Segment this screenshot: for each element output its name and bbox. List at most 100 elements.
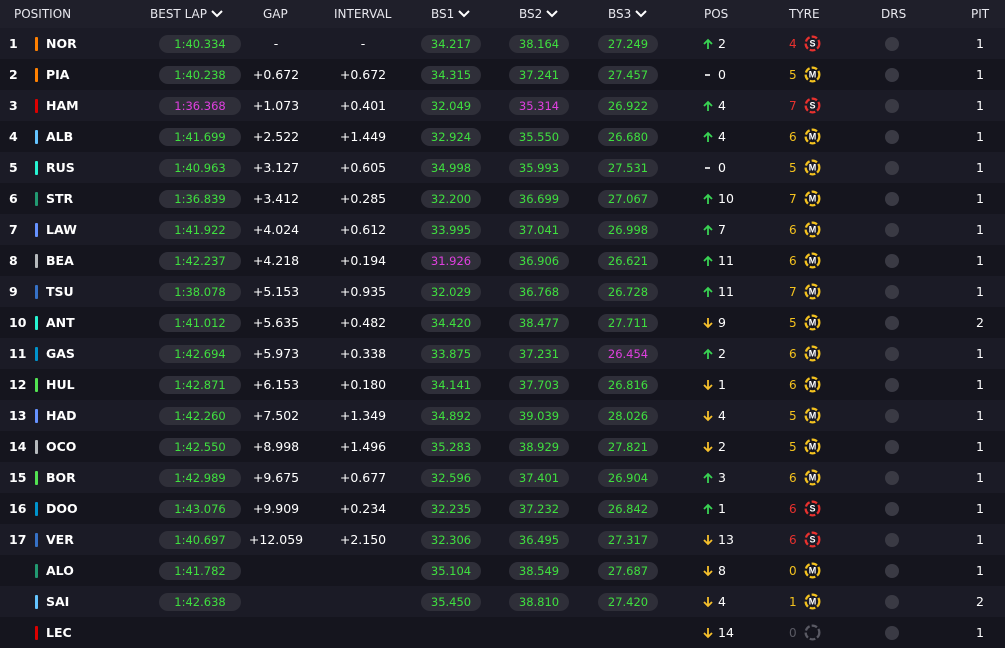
bs3-time: 26.680 bbox=[598, 127, 658, 146]
driver-code[interactable]: HAM bbox=[46, 90, 79, 121]
bs2-time: 35.314 bbox=[509, 96, 569, 115]
bs3-cell: 27.067 bbox=[598, 183, 658, 214]
tyre-cell: 7S bbox=[789, 90, 833, 121]
driver-code[interactable]: LEC bbox=[46, 617, 72, 648]
tyre-compound-letter: M bbox=[809, 597, 817, 607]
position-change: 2 bbox=[702, 431, 762, 462]
drs-indicator-icon bbox=[885, 36, 899, 51]
best-lap-cell: 1:40.238 bbox=[159, 59, 241, 90]
chevron-down-icon[interactable] bbox=[546, 9, 558, 19]
drs-cell bbox=[884, 214, 900, 245]
tyre-laps: 6 bbox=[789, 222, 797, 237]
bs2-cell: 38.929 bbox=[509, 431, 569, 462]
table-row[interactable]: 15 BOR 1:42.989 +9.675 +0.677 32.596 37.401 26.… bbox=[0, 462, 1005, 493]
driver-code[interactable]: LAW bbox=[46, 214, 77, 245]
col-interval[interactable]: INTERVAL bbox=[334, 0, 391, 28]
col-gap[interactable]: GAP bbox=[263, 0, 288, 28]
col-tyre[interactable]: TYRE bbox=[789, 0, 820, 28]
driver-code[interactable]: STR bbox=[46, 183, 73, 214]
driver-code[interactable]: ALB bbox=[46, 121, 73, 152]
gap-value: +9.909 bbox=[252, 501, 300, 516]
tyre-cell: 5M bbox=[789, 307, 833, 338]
driver-code[interactable]: HAD bbox=[46, 400, 77, 431]
position-change: 4 bbox=[702, 586, 762, 617]
driver-code[interactable]: OCO bbox=[46, 431, 76, 462]
gap-value: +4.024 bbox=[252, 222, 300, 237]
driver-code[interactable]: TSU bbox=[46, 276, 74, 307]
col-best-lap[interactable]: BEST LAP bbox=[150, 0, 223, 28]
driver-code[interactable]: PIA bbox=[46, 59, 70, 90]
table-row[interactable]: ALO 1:41.782 35.104 38.549 27.687 8 0 M 1 bbox=[0, 555, 1005, 586]
team-color-bar bbox=[35, 67, 38, 82]
driver-code[interactable]: GAS bbox=[46, 338, 75, 369]
table-row[interactable]: 7 LAW 1:41.922 +4.024 +0.612 33.995 37.041 26.9… bbox=[0, 214, 1005, 245]
drs-cell bbox=[884, 307, 900, 338]
pit-count: 1 bbox=[976, 191, 984, 206]
chevron-down-icon[interactable] bbox=[635, 9, 647, 19]
driver-code[interactable]: RUS bbox=[46, 152, 75, 183]
pit-count: 1 bbox=[976, 222, 984, 237]
driver-code[interactable]: SAI bbox=[46, 586, 69, 617]
position-change: 0 bbox=[702, 152, 762, 183]
bs2-time: 38.164 bbox=[509, 34, 569, 53]
table-row[interactable]: 3 HAM 1:36.368 +1.073 +0.401 32.049 35.314 26.9… bbox=[0, 90, 1005, 121]
driver-code[interactable]: ALO bbox=[46, 555, 74, 586]
tyre-laps: 6 bbox=[789, 532, 797, 547]
table-row[interactable]: 12 HUL 1:42.871 +6.153 +0.180 34.141 37.703 26.… bbox=[0, 369, 1005, 400]
driver-code[interactable]: BOR bbox=[46, 462, 76, 493]
table-row[interactable]: 8 BEA 1:42.237 +4.218 +0.194 31.926 36.906 26.6… bbox=[0, 245, 1005, 276]
table-row[interactable]: LEC 14 0 1 bbox=[0, 617, 1005, 648]
table-row[interactable]: 2 PIA 1:40.238 +0.672 +0.672 34.315 37.241 27.4… bbox=[0, 59, 1005, 90]
drs-indicator-icon bbox=[885, 160, 899, 175]
drs-cell bbox=[884, 493, 900, 524]
interval-value: - bbox=[360, 36, 366, 51]
table-row[interactable]: 10 ANT 1:41.012 +5.635 +0.482 34.420 38.477 27.… bbox=[0, 307, 1005, 338]
position-number: 14 bbox=[9, 439, 27, 454]
table-row[interactable]: 17 VER 1:40.697 +12.059 +2.150 32.306 36.495 27… bbox=[0, 524, 1005, 555]
table-row[interactable]: 13 HAD 1:42.260 +7.502 +1.349 34.892 39.039 28.… bbox=[0, 400, 1005, 431]
col-pit[interactable]: PIT bbox=[971, 0, 989, 28]
table-row[interactable]: 9 TSU 1:38.078 +5.153 +0.935 32.029 36.768 26.7… bbox=[0, 276, 1005, 307]
col-bs2[interactable]: BS2 bbox=[519, 0, 558, 28]
gap-value: +9.675 bbox=[252, 470, 300, 485]
bs2-cell: 36.906 bbox=[509, 245, 569, 276]
bs3-time: 27.067 bbox=[598, 189, 658, 208]
driver-code[interactable]: NOR bbox=[46, 28, 77, 59]
position-change-value: 0 bbox=[718, 160, 726, 175]
table-row[interactable]: 4 ALB 1:41.699 +2.522 +1.449 32.924 35.550 26.6… bbox=[0, 121, 1005, 152]
bs1-time: 33.995 bbox=[421, 220, 481, 239]
col-drs[interactable]: DRS bbox=[881, 0, 906, 28]
bs2-cell: 35.314 bbox=[509, 90, 569, 121]
tyre-cell: 5M bbox=[789, 152, 833, 183]
bs3-cell: 26.998 bbox=[598, 214, 658, 245]
table-row[interactable]: 5 RUS 1:40.963 +3.127 +0.605 34.998 35.993 27.5… bbox=[0, 152, 1005, 183]
table-row[interactable]: SAI 1:42.638 35.450 38.810 27.420 4 1 M 2 bbox=[0, 586, 1005, 617]
bs1-time: 32.049 bbox=[421, 96, 481, 115]
driver-code[interactable]: ANT bbox=[46, 307, 75, 338]
table-row[interactable]: 6 STR 1:36.839 +3.412 +0.285 32.200 36.699 27.0… bbox=[0, 183, 1005, 214]
driver-code[interactable]: BEA bbox=[46, 245, 74, 276]
team-color-bar bbox=[35, 377, 38, 392]
chevron-down-icon[interactable] bbox=[211, 9, 223, 19]
col-bs1[interactable]: BS1 bbox=[431, 0, 470, 28]
col-position[interactable]: POSITION bbox=[14, 0, 71, 28]
driver-code[interactable]: HUL bbox=[46, 369, 75, 400]
pit-count: 1 bbox=[976, 532, 984, 547]
position-change-value: 3 bbox=[718, 470, 726, 485]
table-row[interactable]: 14 OCO 1:42.550 +8.998 +1.496 35.283 38.929 27.… bbox=[0, 431, 1005, 462]
team-color-bar bbox=[35, 222, 38, 237]
table-row[interactable]: 1 NOR 1:40.334- -34.217 38.164 27.249 2 4 S 1 bbox=[0, 28, 1005, 59]
chevron-down-icon[interactable] bbox=[458, 9, 470, 19]
driver-code[interactable]: DOO bbox=[46, 493, 78, 524]
table-row[interactable]: 16 DOO 1:43.076 +9.909 +0.234 32.235 37.232 26.… bbox=[0, 493, 1005, 524]
table-row[interactable]: 11 GAS 1:42.694 +5.973 +0.338 33.875 37.231 26.… bbox=[0, 338, 1005, 369]
col-bs3[interactable]: BS3 bbox=[608, 0, 647, 28]
col-pos-change[interactable]: POS bbox=[704, 0, 728, 28]
bs2-cell: 36.768 bbox=[509, 276, 569, 307]
position-change: 4 bbox=[702, 121, 762, 152]
position-change-value: 13 bbox=[718, 532, 734, 547]
tyre-laps: 5 bbox=[789, 315, 797, 330]
bs3-cell: 26.842 bbox=[598, 493, 658, 524]
tyre-cell: 6S bbox=[789, 524, 833, 555]
driver-code[interactable]: VER bbox=[46, 524, 74, 555]
